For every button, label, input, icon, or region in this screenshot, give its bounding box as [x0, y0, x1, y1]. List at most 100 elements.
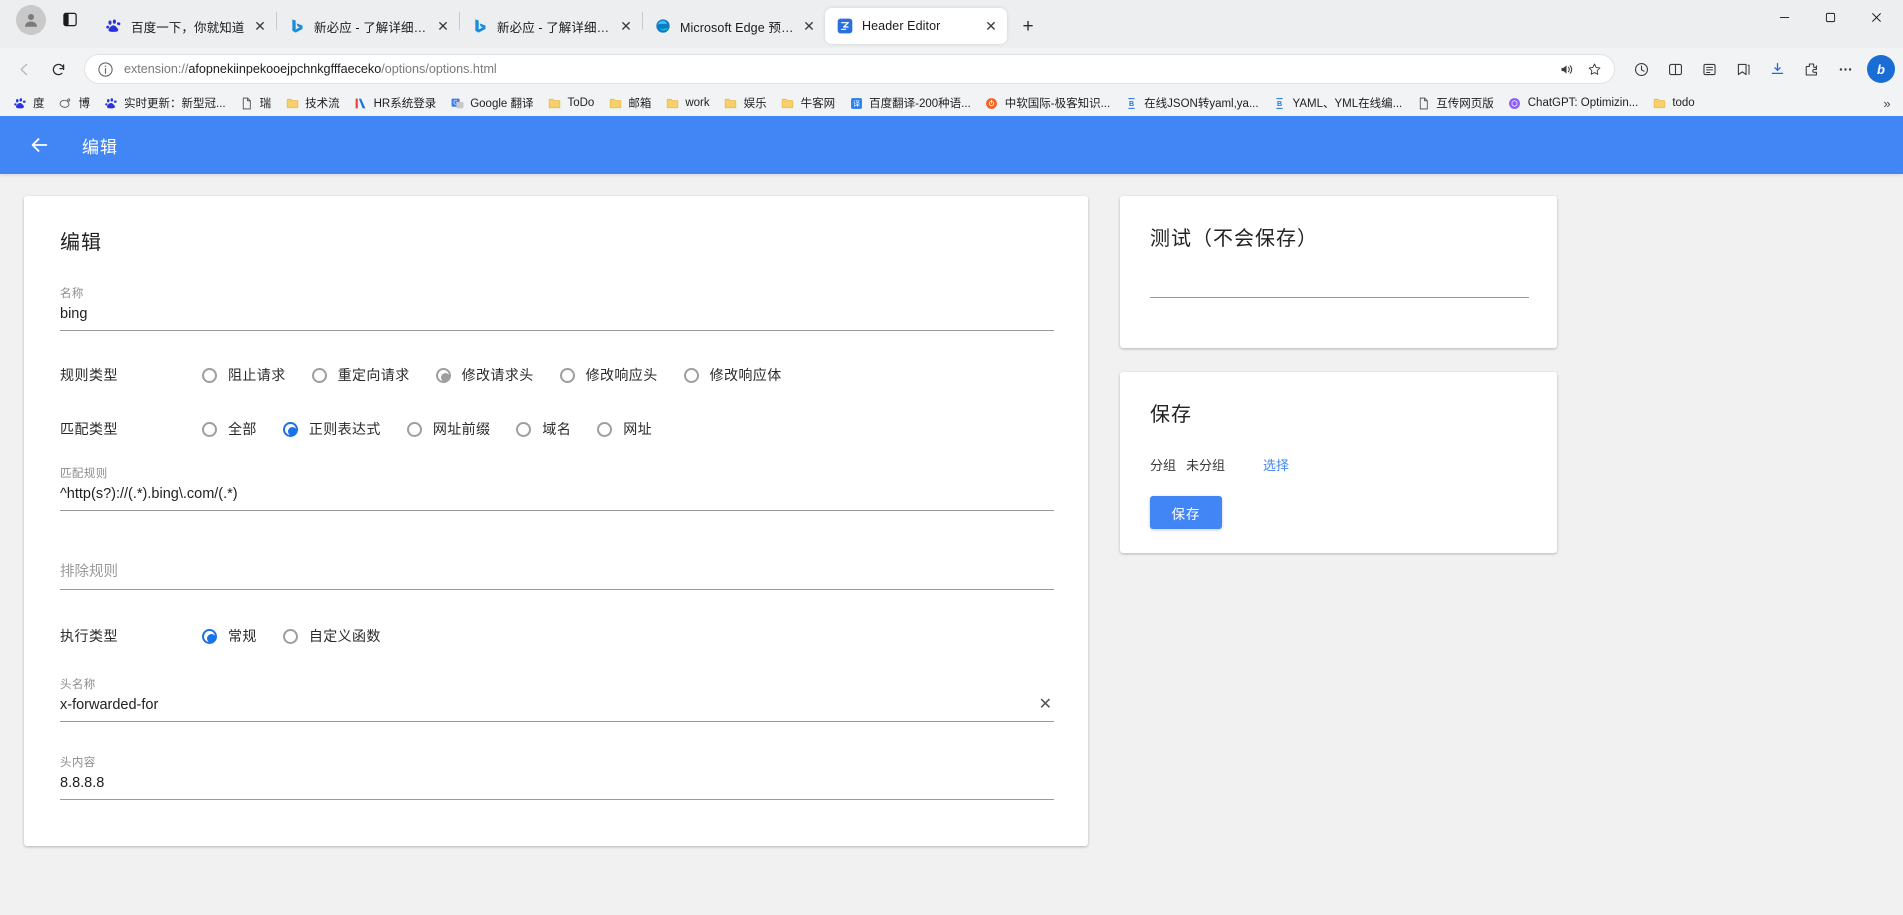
bookmark-item[interactable]: G Google 翻译	[443, 92, 540, 114]
bookmark-item[interactable]: ChatGPT: Optimizin...	[1501, 92, 1646, 114]
test-card: 测试（不会保存）	[1120, 196, 1557, 348]
history-icon[interactable]	[1625, 53, 1658, 86]
browser-tab[interactable]: 百度一下，你就知道 ✕	[94, 8, 276, 44]
save-button[interactable]: 保存	[1150, 496, 1222, 529]
close-icon[interactable]: ✕	[981, 16, 1001, 36]
bookmark-item[interactable]: B 在线JSON转yaml,ya...	[1117, 92, 1265, 114]
downloads-icon[interactable]	[1761, 53, 1794, 86]
exclude-rule-input[interactable]: 排除规则	[60, 558, 1054, 590]
profile-icon[interactable]	[16, 4, 46, 35]
match-rule-group: 匹配规则 ^http(s?)://(.*).bing\.com/(.*)	[60, 457, 1054, 511]
bookmark-item[interactable]: 牛客网	[774, 92, 843, 114]
folder-icon	[781, 96, 795, 110]
read-aloud-icon[interactable]	[1554, 57, 1578, 81]
browser-tab-active[interactable]: Header Editor ✕	[825, 8, 1007, 44]
favorites-icon[interactable]	[1727, 53, 1760, 86]
radio-match-domain[interactable]: 域名	[516, 419, 571, 439]
site-info-icon[interactable]	[97, 61, 114, 78]
folder-icon	[285, 96, 299, 110]
bookmark-item[interactable]: 技术流	[278, 92, 347, 114]
radio-exec-custom-function[interactable]: 自定义函数	[282, 626, 381, 646]
bookmark-label: 在线JSON转yaml,ya...	[1144, 98, 1259, 110]
group-label: 分组	[1150, 458, 1177, 473]
close-icon[interactable]: ✕	[433, 16, 453, 36]
radio-label: 阻止请求	[228, 367, 286, 383]
bookmark-item[interactable]: 实时更新：新型冠...	[97, 92, 233, 114]
tab-list-icon[interactable]	[56, 5, 84, 33]
radio-label: 自定义函数	[308, 628, 381, 644]
collections-icon[interactable]	[1693, 53, 1726, 86]
bookmark-label: todo	[1672, 97, 1695, 109]
bookmark-label: ToDo	[567, 97, 595, 109]
browser-tab[interactable]: Microsoft Edge 预览体验成员 ✕	[643, 8, 825, 44]
bookmark-label: 博	[78, 98, 91, 110]
bookmark-item[interactable]: HR系统登录	[347, 92, 444, 114]
bookmark-label: 中软国际-极客知识...	[1004, 98, 1111, 110]
radio-match-url-prefix[interactable]: 网址前缀	[406, 419, 491, 439]
bookmark-item[interactable]: todo	[1645, 92, 1701, 114]
bookmark-item[interactable]: 中软国际-极客知识...	[978, 92, 1117, 114]
close-icon[interactable]: ✕	[799, 16, 819, 36]
match-rule-input[interactable]: ^http(s?)://(.*).bing\.com/(.*)	[60, 484, 1054, 511]
bookmark-item[interactable]: 博	[52, 92, 98, 114]
bookmark-label: 技术流	[305, 98, 340, 110]
radio-modify-response-header[interactable]: 修改响应头	[559, 365, 658, 385]
split-screen-icon[interactable]	[1659, 53, 1692, 86]
bookmark-item[interactable]: 度	[6, 92, 52, 114]
header-content-input[interactable]: 8.8.8.8	[60, 773, 1054, 800]
radio-modify-request-header[interactable]: 修改请求头	[435, 365, 534, 385]
browser-window: 百度一下，你就知道 ✕ 新必应 - 了解详细信息 ✕ 新必应 - 了解详细信息 …	[0, 0, 1903, 915]
bookmark-item[interactable]: work	[658, 92, 716, 114]
navigation-bar: extension://afopnekiinpekooejpchnkgfffae…	[0, 48, 1903, 90]
bing-sidebar-button[interactable]: b	[1867, 55, 1895, 83]
back-button[interactable]	[8, 53, 40, 85]
radio-redirect-request[interactable]: 重定向请求	[311, 365, 410, 385]
window-controls	[1761, 0, 1899, 48]
radio-modify-response-body[interactable]: 修改响应体	[683, 365, 782, 385]
google-translate-icon: G	[450, 96, 464, 110]
toolbar-actions: b	[1625, 53, 1895, 86]
new-tab-button[interactable]: +	[1013, 12, 1043, 42]
radio-match-url[interactable]: 网址	[597, 419, 652, 439]
radio-match-all[interactable]: 全部	[202, 419, 257, 439]
reload-button[interactable]	[42, 53, 74, 85]
exec-type-label: 执行类型	[60, 628, 118, 644]
header-name-input[interactable]: x-forwarded-for ✕	[60, 695, 1054, 722]
chevron-right-icon[interactable]: »	[1877, 92, 1897, 114]
radio-dot	[597, 421, 613, 437]
radio-label: 网址	[623, 421, 653, 437]
bookmark-item[interactable]: B YAML、YML在线编...	[1266, 92, 1410, 114]
bookmark-item[interactable]: 译 百度翻译-200种语...	[842, 92, 978, 114]
address-bar[interactable]: extension://afopnekiinpekooejpchnkgfffae…	[84, 54, 1615, 84]
close-icon[interactable]: ✕	[250, 16, 270, 36]
tab-title: Microsoft Edge 预览体验成员	[680, 20, 799, 35]
group-row: 分组 未分组 选择	[1150, 455, 1529, 474]
radio-exec-normal[interactable]: 常规	[202, 626, 257, 646]
bookmark-label: 百度翻译-200种语...	[869, 98, 971, 110]
browser-tab[interactable]: 新必应 - 了解详细信息 ✕	[277, 8, 459, 44]
radio-match-regexp[interactable]: 正则表达式	[282, 419, 381, 439]
name-input[interactable]: bing	[60, 304, 1054, 331]
doc-icon	[240, 96, 254, 110]
bookmark-item[interactable]: 瑞	[233, 92, 279, 114]
bookmark-label: 度	[33, 98, 45, 110]
close-button[interactable]	[1853, 0, 1899, 34]
close-icon[interactable]: ✕	[616, 16, 636, 36]
bookmark-item[interactable]: 互传网页版	[1409, 92, 1501, 114]
browser-tab[interactable]: 新必应 - 了解详细信息 ✕	[460, 8, 642, 44]
extensions-icon[interactable]	[1795, 53, 1828, 86]
arrow-left-icon[interactable]	[26, 132, 52, 158]
radio-block-request[interactable]: 阻止请求	[202, 365, 286, 385]
close-icon[interactable]: ✕	[1039, 697, 1054, 713]
settings-more-icon[interactable]	[1829, 53, 1862, 86]
bing-icon	[288, 18, 305, 35]
minimize-button[interactable]	[1761, 0, 1807, 34]
maximize-button[interactable]	[1807, 0, 1853, 34]
baidu-fanyi-icon: 译	[849, 96, 863, 110]
bookmark-item[interactable]: ToDo	[540, 92, 601, 114]
bookmark-item[interactable]: 邮箱	[601, 92, 658, 114]
choose-group-button[interactable]: 选择	[1263, 455, 1289, 474]
test-card-title: 测试（不会保存）	[1150, 228, 1318, 250]
bookmark-item[interactable]: 娱乐	[717, 92, 774, 114]
star-icon[interactable]	[1582, 57, 1606, 81]
